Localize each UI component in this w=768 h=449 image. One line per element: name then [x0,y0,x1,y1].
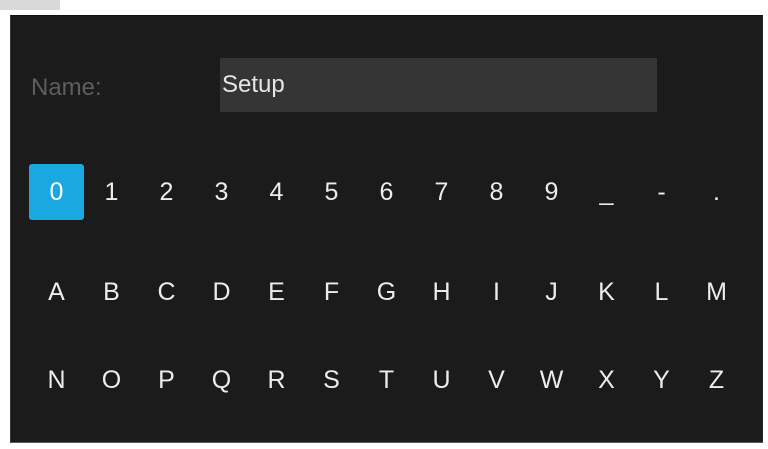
key-8[interactable]: 8 [469,164,524,220]
key-t[interactable]: T [359,352,414,408]
key-g[interactable]: G [359,264,414,320]
key-j[interactable]: J [524,264,579,320]
name-input[interactable] [220,58,657,112]
key-2[interactable]: 2 [139,164,194,220]
corner-tab [0,0,60,10]
key-s[interactable]: S [304,352,359,408]
key-4[interactable]: 4 [249,164,304,220]
key-y[interactable]: Y [634,352,689,408]
key-period[interactable]: . [689,164,744,220]
keyboard-row-digits: 0 1 2 3 4 5 6 7 8 9 _ -. [29,164,744,220]
key-x[interactable]: X [579,352,634,408]
key-5[interactable]: 5 [304,164,359,220]
key-underscore[interactable]: _ [579,164,634,220]
key-l[interactable]: L [634,264,689,320]
key-hyphen[interactable]: - [634,164,689,220]
key-m[interactable]: M [689,264,744,320]
name-label: Name: [31,74,102,101]
key-d[interactable]: D [194,264,249,320]
key-z[interactable]: Z [689,352,744,408]
key-i[interactable]: I [469,264,524,320]
key-c[interactable]: C [139,264,194,320]
key-1[interactable]: 1 [84,164,139,220]
key-f[interactable]: F [304,264,359,320]
key-p[interactable]: P [139,352,194,408]
key-6[interactable]: 6 [359,164,414,220]
keyboard-row-n-z: NOPQRSTUVWXYZ [29,352,744,408]
key-e[interactable]: E [249,264,304,320]
name-entry-dialog: Name: 0123456789_-. ABCDEFGHIJKLM NOPQRS… [10,15,763,443]
key-3[interactable]: 3 [194,164,249,220]
key-k[interactable]: K [579,264,634,320]
key-q[interactable]: Q [194,352,249,408]
key-v[interactable]: V [469,352,524,408]
page: Name: 0123456789_-. ABCDEFGHIJKLM NOPQRS… [0,0,768,449]
key-a[interactable]: A [29,264,84,320]
key-b[interactable]: B [84,264,139,320]
key-u[interactable]: U [414,352,469,408]
key-w[interactable]: W [524,352,579,408]
key-o[interactable]: O [84,352,139,408]
key-h[interactable]: H [414,264,469,320]
key-r[interactable]: R [249,352,304,408]
keyboard-row-a-m: ABCDEFGHIJKLM [29,264,744,320]
key-9[interactable]: 9 [524,164,579,220]
key-n[interactable]: N [29,352,84,408]
key-7[interactable]: 7 [414,164,469,220]
name-row: Name: [11,16,762,126]
key-0[interactable]: 0 [29,164,84,220]
